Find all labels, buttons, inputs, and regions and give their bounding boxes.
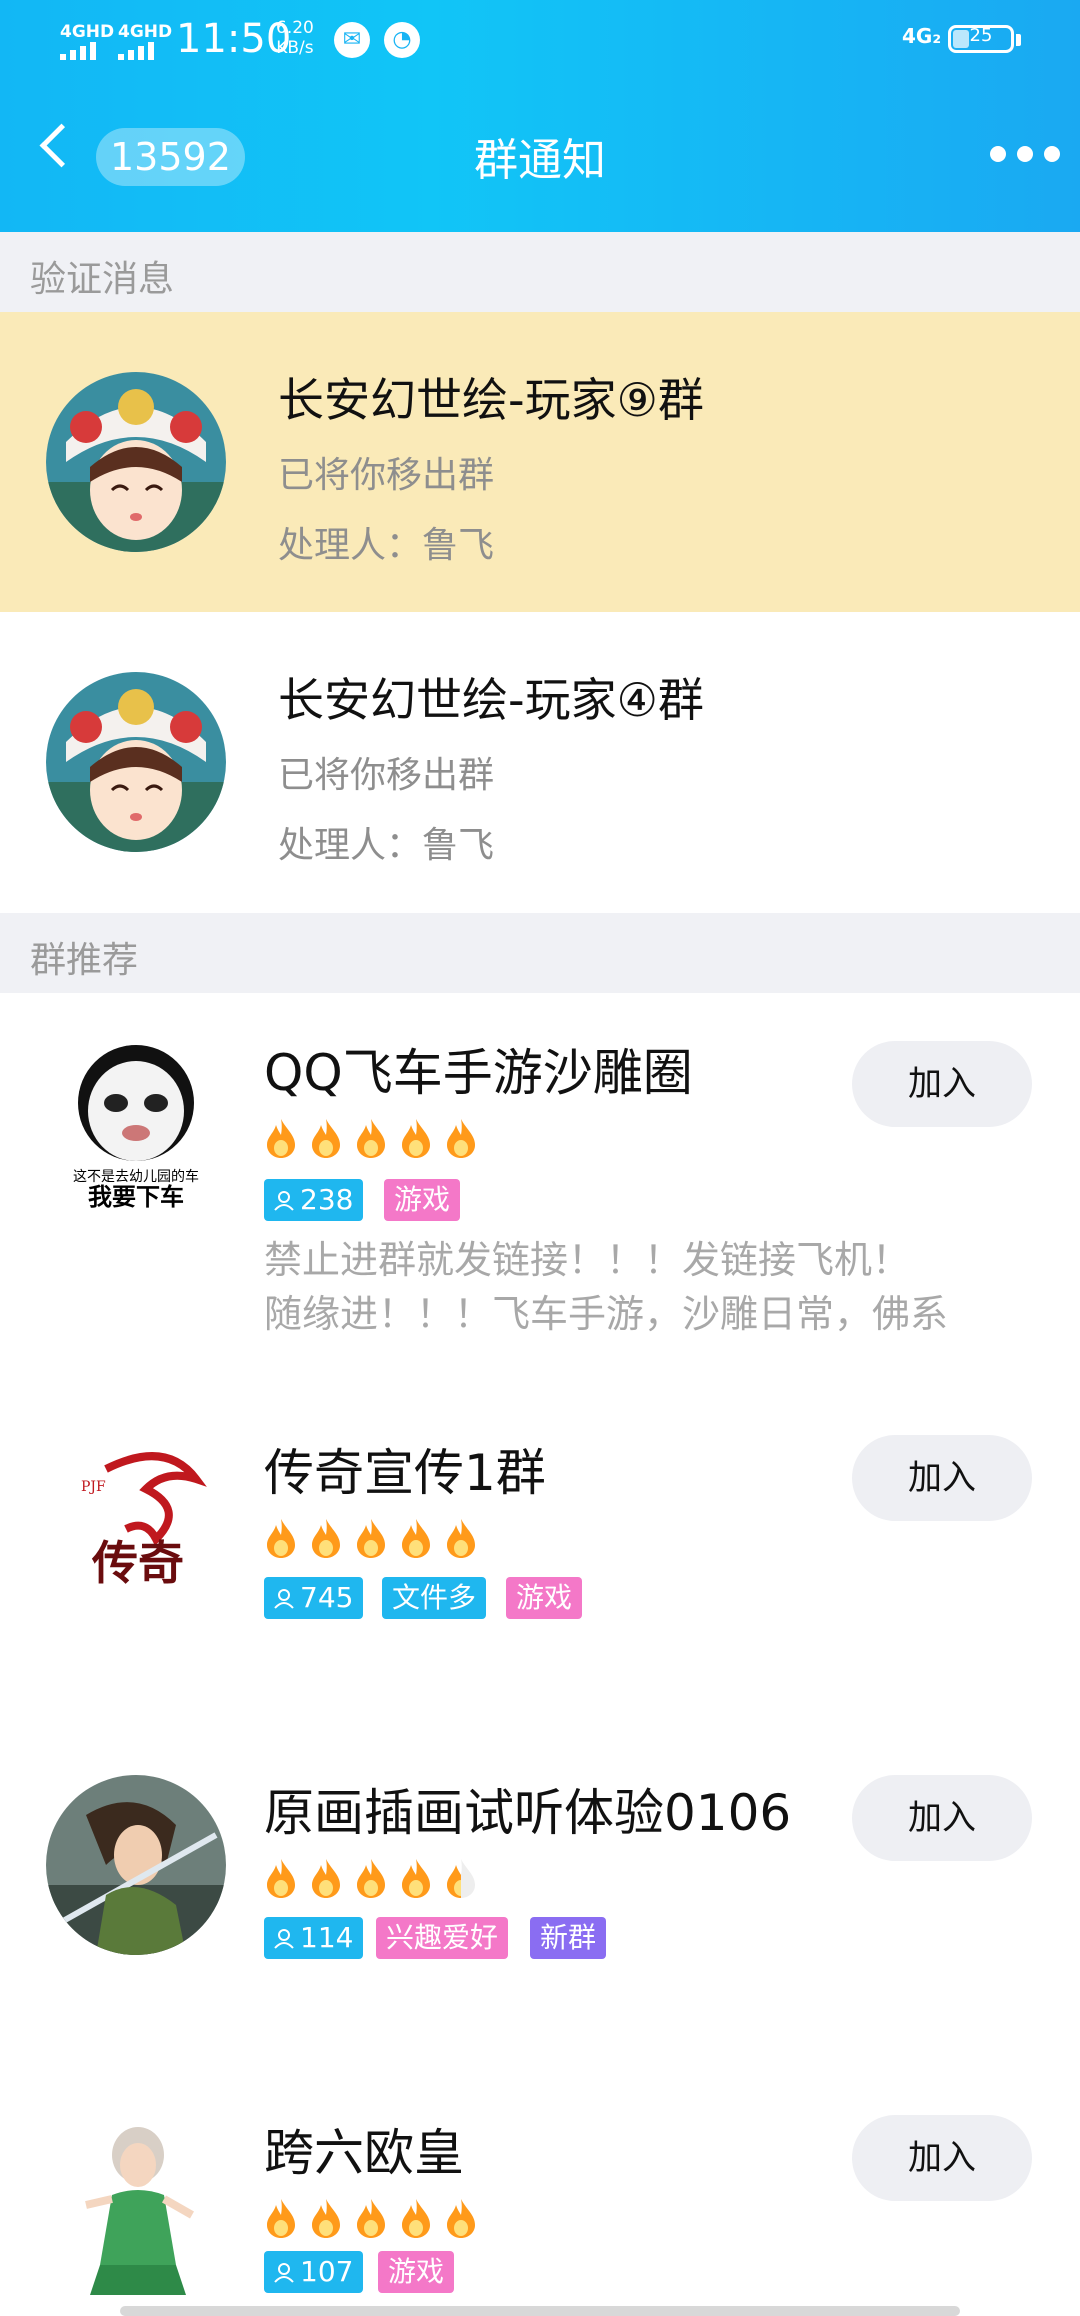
flame-icon — [267, 1519, 295, 1558]
member-count: 114 — [300, 1921, 354, 1954]
member-count-tag: 238 — [264, 1179, 364, 1221]
wechat-icon: ✉ — [334, 22, 370, 58]
category-tag: 游戏 — [506, 1577, 583, 1619]
group-recommendation[interactable]: 原画插画试听体验0106 114 兴趣爱好 新群 加入 — [0, 1713, 1080, 2053]
group-name: 跨六欧皇 — [264, 2124, 464, 2182]
group-recommendation[interactable]: 这不是去幼儿园的车 我要下车 QQ飞车手游沙雕圈 238 游戏 禁止进群就发链接… — [0, 993, 1080, 1373]
category-tag: 兴趣爱好 — [376, 1917, 509, 1959]
group-avatar — [46, 372, 226, 552]
speed-unit: KB/s — [276, 38, 314, 58]
category-tag: 游戏 — [384, 1179, 461, 1221]
desc-line: 随缘进！！！飞车手游，沙雕日常，佛系 — [264, 1292, 949, 1336]
sim1-label: 4GHD — [60, 22, 115, 42]
section-title: 群推荐 — [30, 940, 139, 981]
flame-icon — [402, 1859, 430, 1898]
category-tag: 游戏 — [378, 2251, 455, 2293]
member-count: 745 — [300, 1581, 354, 1614]
flame-icon — [447, 1859, 475, 1898]
flame-icon — [402, 1519, 430, 1558]
member-count: 238 — [300, 1183, 354, 1216]
group-logo: 这不是去幼儿园的车 我要下车 — [46, 1033, 226, 1213]
bottom-scroll-indicator — [120, 2306, 960, 2316]
person-icon — [274, 2263, 294, 2283]
section-title: 验证消息 — [30, 259, 175, 300]
join-button[interactable]: 加入 — [852, 2115, 1032, 2201]
battery-tip — [1016, 34, 1021, 46]
flame-icon — [267, 2199, 295, 2238]
notice-item[interactable]: 长安幻世绘-玩家⑨群 已将你移出群 处理人：鲁飞 — [0, 312, 1080, 612]
flame-icon — [267, 1859, 295, 1898]
flame-icon — [402, 2199, 430, 2238]
flame-icon — [402, 1119, 430, 1158]
group-logo — [46, 1775, 226, 1955]
section-header-recommend: 群推荐 — [0, 913, 1080, 993]
group-avatar — [46, 672, 226, 852]
group-logo — [46, 2115, 226, 2295]
flame-icon — [357, 1859, 385, 1898]
member-count-tag: 745 — [264, 1577, 364, 1619]
notice-item[interactable]: 长安幻世绘-玩家④群 已将你移出群 处理人：鲁飞 — [0, 612, 1080, 912]
notice-action: 已将你移出群 — [278, 755, 495, 796]
sim1-signal-icon: 4GHD — [60, 22, 115, 60]
flame-icon — [447, 1119, 475, 1158]
category-tag: 新群 — [530, 1917, 607, 1959]
flame-icon — [312, 1859, 340, 1898]
member-count-tag: 114 — [264, 1917, 364, 1959]
flame-icon — [447, 1519, 475, 1558]
sim2-label: 4GHD — [118, 22, 173, 42]
join-button[interactable]: 加入 — [852, 1435, 1032, 1521]
person-icon — [274, 1589, 294, 1609]
flame-icon — [357, 1519, 385, 1558]
category-tag: 文件多 — [382, 1577, 487, 1619]
section-header-verify: 验证消息 — [0, 232, 1080, 312]
battery-level: 25 — [969, 25, 993, 46]
group-logo: PJF 传奇 — [46, 1429, 226, 1609]
flame-icon — [312, 1519, 340, 1558]
app-header: 4GHD 4GHD 11:50 6.20 KB/s ✉ ◔ 4G₂ 25 135 — [0, 0, 1080, 232]
network-speed: 6.20 KB/s — [276, 18, 314, 58]
page-title: 群通知 — [474, 135, 606, 186]
notice-group-name: 长安幻世绘-玩家⑨群 — [278, 373, 704, 427]
flame-icon — [357, 1119, 385, 1158]
flame-icon — [357, 2199, 385, 2238]
join-button[interactable]: 加入 — [852, 1041, 1032, 1127]
status-time: 11:50 — [176, 16, 292, 62]
flame-icon — [312, 2199, 340, 2238]
group-name: QQ飞车手游沙雕圈 — [264, 1044, 693, 1102]
member-count: 107 — [300, 2255, 354, 2288]
logo-small-text: PJF — [81, 1479, 106, 1495]
logo-text: 传奇 — [91, 1536, 184, 1590]
notice-action: 已将你移出群 — [278, 455, 495, 496]
flame-icon — [312, 1119, 340, 1158]
person-icon — [274, 1929, 294, 1949]
member-count-tag: 107 — [264, 2251, 364, 2293]
sim2-signal-icon: 4GHD — [118, 22, 173, 60]
join-button[interactable]: 加入 — [852, 1775, 1032, 1861]
group-description: 禁止进群就发链接！！！发链接飞机！ 随缘进！！！飞车手游，沙雕日常，佛系 — [264, 1233, 1004, 1341]
group-name: 传奇宣传1群 — [264, 1444, 546, 1502]
desc-line: 禁止进群就发链接！！！发链接飞机！ — [264, 1238, 911, 1282]
logo-caption: 我要下车 — [88, 1183, 184, 1211]
speed-value: 6.20 — [276, 18, 314, 38]
battery-icon: 25 — [948, 25, 1014, 53]
group-recommendation[interactable]: PJF 传奇 传奇宣传1群 745 文件多 游戏 加入 — [0, 1373, 1080, 1713]
flame-icon — [447, 2199, 475, 2238]
speedometer-icon: ◔ — [384, 22, 420, 58]
notice-handler: 处理人：鲁飞 — [278, 525, 495, 566]
person-icon — [274, 1191, 294, 1211]
status-bar: 4GHD 4GHD 11:50 6.20 KB/s ✉ ◔ 4G₂ 25 — [0, 0, 1080, 90]
more-options-icon[interactable] — [990, 146, 1060, 162]
flame-icon — [267, 1119, 295, 1158]
notice-group-name: 长安幻世绘-玩家④群 — [278, 673, 704, 727]
group-recommendation[interactable]: 跨六欧皇 107 游戏 加入 — [0, 2053, 1080, 2316]
group-name: 原画插画试听体验0106 — [264, 1784, 792, 1842]
notice-handler: 处理人：鲁飞 — [278, 825, 495, 866]
right-network-label: 4G₂ — [902, 24, 942, 48]
